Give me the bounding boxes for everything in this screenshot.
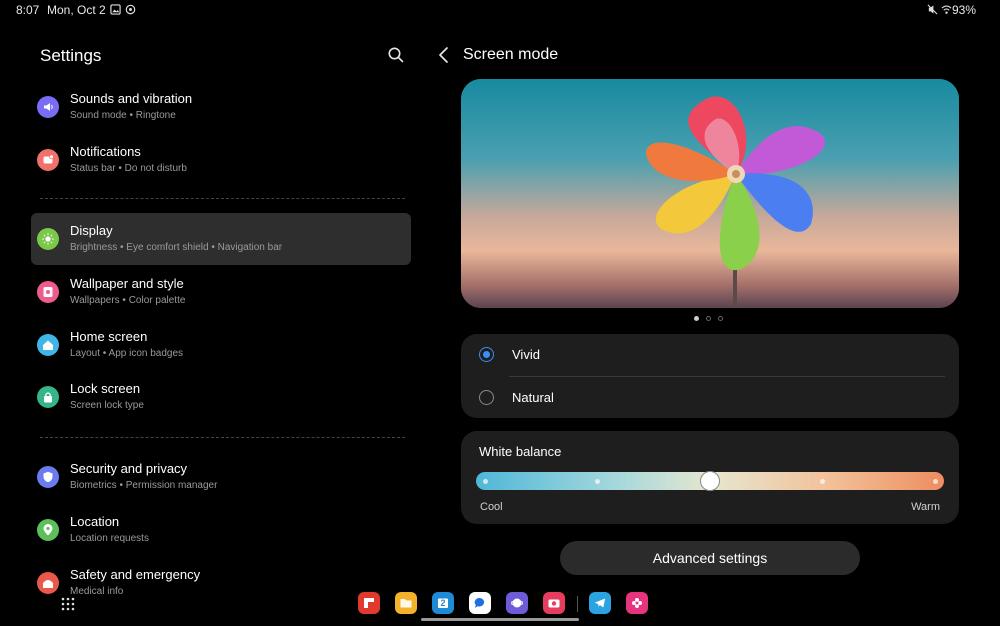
menu-divider [40, 198, 405, 199]
menu-item-subtitle: Brightness • Eye comfort shield • Naviga… [70, 242, 283, 253]
menu-item-subtitle: Layout • App icon badges [70, 348, 184, 359]
white-balance-step [595, 479, 600, 484]
gallery-notification-icon [110, 4, 121, 15]
warm-label: Warm [911, 501, 940, 513]
status-bar: 8:07 Mon, Oct 2 93% [0, 0, 1000, 20]
menu-item-subtitle: Biometrics • Permission manager [70, 480, 218, 491]
white-balance-card: White balance Cool Warm [461, 431, 959, 524]
menu-divider [40, 437, 405, 438]
settings-title: Settings [40, 46, 102, 65]
menu-item-subtitle: Location requests [70, 533, 149, 544]
menu-item-title: Home screen [70, 329, 148, 344]
cool-label: Cool [480, 501, 503, 513]
battery-level: 93% [951, 3, 976, 17]
navigation-handle[interactable] [421, 618, 579, 621]
menu-item-lock-screen[interactable]: Lock screen Screen lock type [31, 371, 411, 423]
blossom-app-icon[interactable] [626, 592, 648, 614]
advanced-settings-button[interactable]: Advanced settings [560, 541, 860, 575]
menu-item-safety-and-emergency[interactable]: Safety and emergency Medical info [31, 557, 411, 609]
my-files-icon[interactable] [395, 592, 417, 614]
menu-item-title: Sounds and vibration [70, 91, 193, 106]
menu-item-subtitle: Screen lock type [70, 400, 144, 411]
menu-item-subtitle: Sound mode • Ringtone [70, 110, 176, 121]
menu-item-display[interactable]: Display Brightness • Eye comfort shield •… [31, 213, 411, 265]
screen-mode-title: Screen mode [463, 46, 559, 63]
internet-icon[interactable] [506, 592, 528, 614]
emergency-icon [37, 572, 59, 594]
white-balance-thumb[interactable] [700, 471, 720, 491]
menu-item-title: Location [70, 514, 120, 529]
page-dot [718, 316, 723, 321]
dock-separator [577, 596, 578, 612]
natural-radio[interactable] [479, 390, 494, 405]
location-pin-icon [37, 519, 59, 541]
vivid-label: Vivid [512, 347, 540, 362]
telegram-icon[interactable] [589, 592, 611, 614]
menu-item-title: Safety and emergency [70, 567, 201, 582]
mode-option-vivid[interactable]: Vivid [461, 334, 959, 376]
menu-item-title: Security and privacy [70, 461, 188, 476]
messages-icon[interactable] [469, 592, 491, 614]
menu-item-notifications[interactable]: Notifications Status bar • Do not disturb [31, 134, 411, 186]
lock-icon [37, 386, 59, 408]
wallpaper-icon [37, 281, 59, 303]
white-balance-step [820, 479, 825, 484]
sync-notification-icon [125, 4, 136, 15]
vivid-radio[interactable] [479, 347, 494, 362]
menu-item-sounds-and-vibration[interactable]: Sounds and vibration Sound mode • Rington… [31, 81, 411, 133]
speaker-icon [37, 96, 59, 118]
menu-item-security-and-privacy[interactable]: Security and privacy Biometrics • Permiss… [31, 451, 411, 503]
white-balance-step [482, 479, 488, 484]
calendar-date-badge: 2 [440, 598, 446, 608]
pinwheel-illustration [461, 79, 959, 308]
white-balance-slider[interactable] [476, 471, 944, 491]
screen-mode-preview-image[interactable] [461, 79, 959, 308]
menu-item-subtitle: Wallpapers • Color palette [70, 295, 186, 306]
notification-icon [37, 149, 59, 171]
sun-icon [37, 228, 59, 250]
menu-item-subtitle: Status bar • Do not disturb [70, 163, 187, 174]
search-icon[interactable] [387, 46, 405, 64]
home-icon [37, 334, 59, 356]
status-time: 8:07 [16, 3, 40, 17]
page-dot [706, 316, 711, 321]
menu-item-home-screen[interactable]: Home screen Layout • App icon badges [31, 319, 411, 371]
menu-item-subtitle: Medical info [70, 586, 124, 597]
mode-option-natural[interactable]: Natural [461, 377, 959, 419]
calendar-icon[interactable]: 2 [432, 592, 454, 614]
menu-item-title: Wallpaper and style [70, 276, 184, 291]
menu-item-location[interactable]: Location Location requests [31, 504, 411, 556]
natural-label: Natural [512, 390, 554, 405]
camera-icon[interactable] [543, 592, 565, 614]
apps-grid-icon[interactable] [61, 597, 75, 611]
mute-icon [927, 4, 938, 15]
menu-item-title: Display [70, 223, 113, 238]
white-balance-step [932, 479, 938, 484]
menu-item-title: Notifications [70, 144, 141, 159]
menu-item-title: Lock screen [70, 381, 141, 396]
shield-icon [37, 466, 59, 488]
page-dot-active [694, 316, 699, 321]
status-date: Mon, Oct 2 [47, 3, 106, 17]
menu-item-wallpaper-and-style[interactable]: Wallpaper and style Wallpapers • Color pa… [31, 266, 411, 318]
flipboard-icon[interactable] [358, 592, 380, 614]
preview-page-indicator [694, 316, 726, 322]
wifi-icon [941, 5, 952, 14]
screen-mode-options-card: Vivid Natural [461, 334, 959, 418]
white-balance-title: White balance [479, 444, 562, 459]
back-chevron-icon[interactable] [437, 46, 451, 64]
